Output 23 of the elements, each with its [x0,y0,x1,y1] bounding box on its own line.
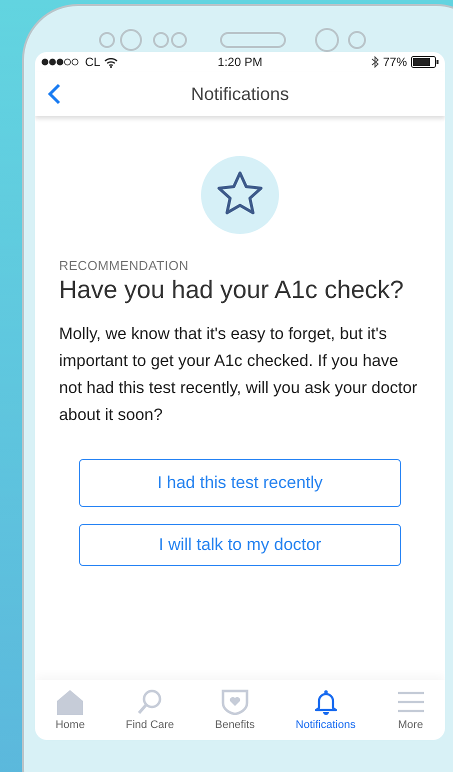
answer-button[interactable]: I had this test recently [79,459,401,507]
home-icon [56,689,84,715]
bluetooth-icon [370,56,379,68]
tab-item[interactable]: Notifications [296,689,356,731]
tab-item[interactable]: Find Care [126,689,174,731]
menu-icon [396,689,425,715]
screen-title: Notifications [190,84,290,104]
tab-item[interactable]: Home [55,689,85,731]
card-body: Molly, we know that it's easy to forget, but it's important to get your A1c checked. If you have not had this test recently, will you ask your doctor about it soon? [59,324,418,426]
tab-item[interactable]: More [396,689,425,731]
battery-percent: 77% [382,55,407,69]
answer-button[interactable]: I will talk to my doctor [79,524,401,566]
tab-item[interactable]: Benefits [214,689,255,731]
battery-icon [411,56,439,68]
wifi-icon [104,56,118,68]
shield-heart-icon [220,689,249,715]
card-title: Have you had your A1c check? [59,276,405,305]
carrier-text: CL [85,55,100,69]
category-label: RECOMMENDATION [59,258,190,273]
back-icon[interactable] [47,83,61,105]
search-icon [136,689,164,715]
clock-text: 1:20 PM [218,55,262,69]
signal-icon [41,58,81,66]
